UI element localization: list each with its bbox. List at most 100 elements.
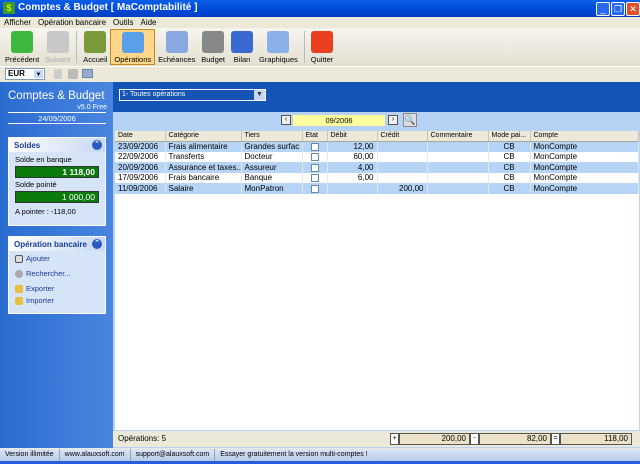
menu-bar: Afficher Opération bancaire Outils Aide: [0, 17, 640, 28]
status-promo-link[interactable]: Essayer gratuitement la version multi-co…: [215, 449, 372, 461]
toolbar-label: Budget: [201, 55, 225, 64]
table-row[interactable]: 11/09/2006 Salaire MonPatron 200,00 CB MonCom…: [115, 183, 639, 194]
column-header[interactable]: Mode pai...: [488, 131, 531, 142]
bank-balance-value: 1 118,00: [15, 166, 99, 178]
toolbar: Précédent Suivant Accueil Opérations Echéanc…: [0, 28, 640, 66]
toolbar-button-0[interactable]: Précédent: [2, 29, 42, 65]
column-header[interactable]: Date: [115, 131, 166, 142]
cell: Transferts: [165, 151, 242, 162]
magnifier-icon: 🔍: [404, 115, 416, 125]
minimize-button[interactable]: _: [596, 2, 610, 16]
table-row[interactable]: 22/09/2006 Transferts Docteur 60,00 CB MonCom…: [115, 151, 639, 162]
window-title: Comptes & Budget [ MaComptabilité ]: [18, 2, 198, 13]
debit-total: 82,00: [479, 433, 551, 445]
status-support-link[interactable]: support@alauxsoft.com: [131, 449, 216, 461]
toolbar-button-1[interactable]: Suivant: [42, 29, 73, 65]
toolbar-button-3[interactable]: Opérations: [110, 29, 156, 65]
export-link[interactable]: Exporter: [9, 281, 105, 293]
credit-sign: +: [390, 433, 399, 445]
menu-outils[interactable]: Outils: [113, 17, 133, 28]
collapse-icon[interactable]: ⌃: [92, 140, 102, 150]
operations-filter-select[interactable]: 1- Toutes opérations ▼: [119, 89, 266, 101]
cell: CB: [488, 183, 531, 194]
previous-month-button[interactable]: ‹: [281, 115, 291, 125]
cell: CB: [488, 151, 531, 162]
print-icon[interactable]: [68, 69, 78, 79]
import-link[interactable]: Importer: [9, 293, 105, 308]
current-date: 24/09/2006: [8, 112, 106, 124]
currency-select[interactable]: EUR ▼: [5, 68, 45, 80]
toolbar-button-8[interactable]: Quitter: [308, 29, 337, 65]
column-header[interactable]: Commentaire: [427, 131, 489, 142]
menu-afficher[interactable]: Afficher: [4, 17, 31, 28]
menu-aide[interactable]: Aide: [140, 17, 156, 28]
state-checkbox[interactable]: [302, 172, 328, 183]
pointed-balance-value: 1 000,00: [15, 191, 99, 203]
bilan-check-icon: [231, 31, 253, 53]
state-checkbox[interactable]: [302, 151, 328, 162]
sidebar: Comptes & Budget v5.0 Free 24/09/2006 So…: [0, 82, 113, 448]
column-header[interactable]: Catégorie: [165, 131, 242, 142]
forward-arrow-icon: [46, 31, 69, 53]
status-website-link[interactable]: www.alauxsoft.com: [60, 449, 131, 461]
cell: MonCompte: [530, 172, 639, 183]
state-checkbox[interactable]: [302, 183, 328, 194]
budget-clock-icon: [202, 31, 225, 53]
search-link[interactable]: Rechercher...: [9, 266, 105, 281]
cell: Docteur: [241, 151, 303, 162]
cell: MonCompte: [530, 141, 639, 152]
import-icon: [15, 296, 23, 305]
checkbox[interactable]: [310, 163, 319, 172]
bank-balance-label: Solde en banque: [15, 155, 72, 164]
checkbox[interactable]: [310, 184, 319, 193]
state-checkbox[interactable]: [302, 141, 328, 152]
search-icon: [15, 269, 23, 278]
table-row[interactable]: 20/09/2006 Assurance et taxes... Assureur 4…: [115, 162, 639, 173]
credit-total: 200,00: [399, 433, 470, 445]
cell: 12,00: [327, 141, 378, 152]
pie-chart-icon: [267, 31, 290, 53]
toolbar-separator: [76, 31, 78, 63]
toolbar-button-5[interactable]: Budget: [198, 29, 228, 65]
add-link[interactable]: Ajouter: [9, 251, 105, 266]
next-month-button[interactable]: ›: [388, 115, 398, 125]
chat-icon[interactable]: [82, 69, 93, 78]
column-header[interactable]: Crédit: [377, 131, 428, 142]
toolbar-button-2[interactable]: Accueil: [80, 29, 110, 65]
soldes-panel: Soldes ⌃ Solde en banque 1 118,00 Solde p…: [8, 137, 106, 226]
debit-sign: -: [470, 433, 479, 445]
column-header[interactable]: Tiers: [241, 131, 303, 142]
state-checkbox[interactable]: [302, 162, 328, 173]
toolbar-button-4[interactable]: Echéances: [155, 29, 198, 65]
toolbar-label: Echéances: [158, 55, 196, 64]
cell: Assureur: [241, 162, 303, 173]
chevron-down-icon: ▼: [34, 70, 43, 78]
table-row[interactable]: 23/09/2006 Frais alimentaire Grandes surfa…: [115, 141, 639, 152]
toolbar-button-6[interactable]: Bilan: [228, 29, 256, 65]
cell: [327, 183, 378, 194]
collapse-icon[interactable]: ⌃: [92, 239, 102, 249]
column-header[interactable]: Etat: [302, 131, 328, 142]
home-icon: [84, 31, 107, 53]
maximize-button[interactable]: ❐: [611, 2, 625, 16]
toolbar-button-7[interactable]: Graphiques: [256, 29, 301, 65]
app-icon: $: [3, 2, 15, 14]
cell: [427, 141, 489, 152]
period-display: 09/2006: [293, 115, 385, 126]
cell: 6,00: [327, 172, 378, 183]
checkbox[interactable]: [310, 153, 319, 162]
net-total: 118,00: [560, 433, 632, 445]
list-icon[interactable]: [54, 69, 62, 79]
toolbar-label: Bilan: [233, 55, 251, 64]
menu-operation-bancaire[interactable]: Opération bancaire: [38, 17, 106, 28]
search-button[interactable]: 🔍: [403, 113, 417, 127]
close-button[interactable]: ✕: [626, 2, 640, 16]
status-bar: Version illimitée www.alauxsoft.com supp…: [0, 449, 640, 461]
checkbox[interactable]: [310, 174, 319, 183]
operations-notebook-icon: [121, 32, 144, 53]
toolbar-label: Suivant: [45, 55, 71, 64]
column-header[interactable]: Compte: [530, 131, 639, 142]
checkbox[interactable]: [310, 142, 319, 151]
column-header[interactable]: Débit: [327, 131, 378, 142]
table-row[interactable]: 17/09/2006 Frais bancaire Banque 6,00 CB MonC…: [115, 172, 639, 183]
